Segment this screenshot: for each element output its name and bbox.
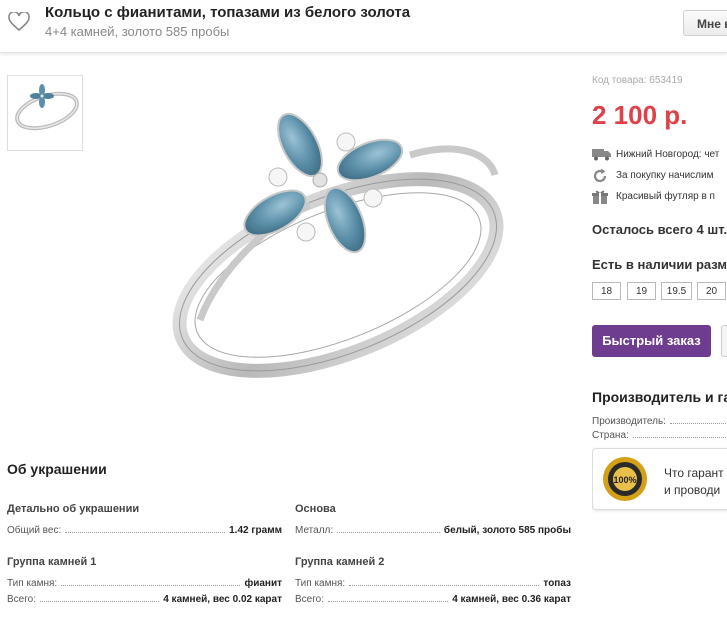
dotted-leader xyxy=(632,437,727,438)
spec-row: Тип камня: топаз xyxy=(295,575,571,589)
spec-value: фианит xyxy=(244,578,282,589)
spec-label: Общий вес: xyxy=(7,525,62,536)
delivery-info[interactable]: Нижний Новгород: чет xyxy=(592,147,727,163)
about-title: Об украшении xyxy=(7,461,107,477)
spec-value: топаз xyxy=(543,578,571,589)
dotted-leader xyxy=(328,601,449,602)
dotted-leader xyxy=(61,585,241,586)
dotted-leader xyxy=(40,601,160,602)
delivery-text: Нижний Новгород: чет xyxy=(616,149,720,160)
refresh-icon xyxy=(593,168,607,183)
dotted-leader xyxy=(349,585,540,586)
purchase-panel: Код товара: 653419 2 100 р. Нижний Новго… xyxy=(592,0,727,625)
size-option[interactable]: 20 xyxy=(697,282,726,300)
bonus-info[interactable]: За покупку начислим xyxy=(592,168,727,184)
spec-label: Всего: xyxy=(7,594,36,605)
spec-value: 1.42 грамм xyxy=(229,525,282,536)
guarantee-seal-icon: 100% xyxy=(603,457,647,501)
guarantee-line: и проводи xyxy=(664,483,721,497)
guarantee-text: Что гарант и проводи xyxy=(664,465,724,499)
add-to-cart-button[interactable] xyxy=(721,325,727,357)
sizes-title: Есть в наличии разм xyxy=(592,257,727,272)
group-title: Группа камней 1 xyxy=(7,556,97,568)
guarantee-line: Что гарант xyxy=(664,466,724,480)
svg-text:100%: 100% xyxy=(613,475,636,485)
product-sku: Код товара: 653419 xyxy=(592,75,683,86)
product-price: 2 100 р. xyxy=(592,100,688,130)
producer-row: Производитель: xyxy=(592,415,727,427)
size-option[interactable]: 18 xyxy=(592,282,621,300)
spec-row: Общий вес: 1.42 грамм xyxy=(7,522,282,536)
spec-label: Металл: xyxy=(295,525,334,536)
group-title: Детально об украшении xyxy=(7,503,140,515)
spec-value: белый, золото 585 пробы xyxy=(443,525,571,536)
page-title: Кольцо с фианитами, топазами из белого з… xyxy=(45,4,411,21)
spec-label: Всего: xyxy=(295,594,324,605)
guarantee-box[interactable]: 100% Что гарант и проводи xyxy=(592,448,727,510)
page-subtitle: 4+4 камней, золото 585 пробы xyxy=(45,24,230,39)
producer-label: Производитель: xyxy=(592,416,666,427)
maker-title: Производитель и га xyxy=(592,389,727,405)
size-option[interactable]: 19.5 xyxy=(661,282,692,300)
dotted-leader xyxy=(669,423,727,424)
product-thumbnail[interactable] xyxy=(7,75,83,151)
spec-row: Металл: белый, золото 585 пробы xyxy=(295,522,571,536)
gift-icon xyxy=(592,190,608,204)
spec-label: Тип камня: xyxy=(7,578,58,589)
quick-order-button[interactable]: Быстрый заказ xyxy=(592,325,711,357)
gift-info[interactable]: Красивый футляр в п xyxy=(592,189,727,205)
group-title: Основа xyxy=(295,503,336,515)
spec-value: 4 камней, вес 0.02 карат xyxy=(163,594,282,605)
spec-value: 4 камней, вес 0.36 карат xyxy=(452,594,571,605)
ring-thumbnail-image xyxy=(15,84,79,131)
country-label: Страна: xyxy=(592,430,629,441)
spec-row: Всего: 4 камней, вес 0.36 карат xyxy=(295,591,571,605)
ring-main-image xyxy=(172,112,504,378)
country-row: Страна: xyxy=(592,429,727,441)
group-title: Группа камней 2 xyxy=(295,556,385,568)
truck-icon xyxy=(592,149,611,161)
spec-label: Тип камня: xyxy=(295,578,346,589)
dotted-leader xyxy=(65,532,226,533)
bonus-text: За покупку начислим xyxy=(616,170,714,181)
gift-text: Красивый футляр в п xyxy=(616,191,715,202)
spec-row: Всего: 4 камней, вес 0.02 карат xyxy=(7,591,282,605)
heart-icon[interactable] xyxy=(8,12,30,32)
stock-status: Осталось всего 4 шт. xyxy=(592,222,727,237)
spec-row: Тип камня: фианит xyxy=(7,575,282,589)
size-option[interactable]: 19 xyxy=(627,282,656,300)
dotted-leader xyxy=(337,532,440,533)
